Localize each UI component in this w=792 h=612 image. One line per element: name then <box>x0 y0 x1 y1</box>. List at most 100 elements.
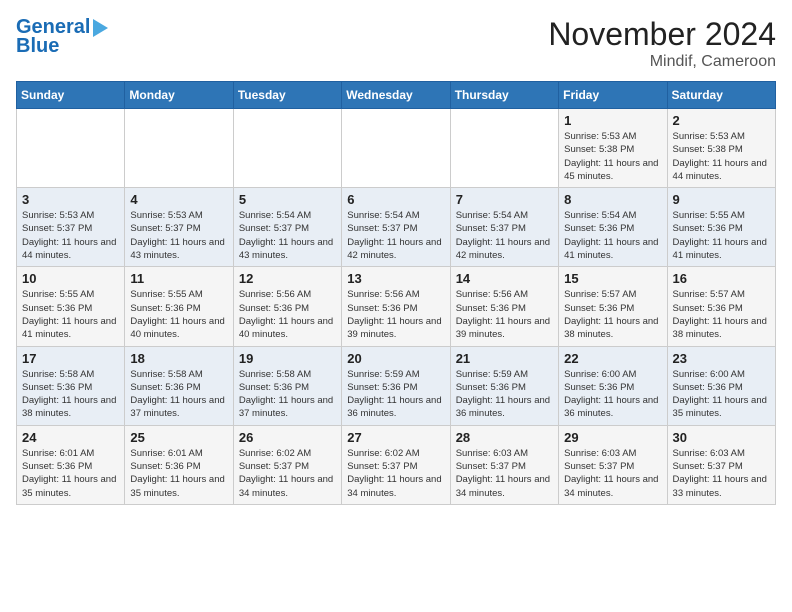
day-info: Sunrise: 5:54 AM Sunset: 5:37 PM Dayligh… <box>239 209 336 262</box>
calendar-cell: 3Sunrise: 5:53 AM Sunset: 5:37 PM Daylig… <box>17 188 125 267</box>
calendar-cell: 21 Sunrise: 5:59 AM Sunset: 5:36 PM Dayli… <box>450 346 558 425</box>
day-number: 10 <box>22 271 119 286</box>
day-info: Sunrise: 5:53 AM Sunset: 5:37 PM Dayligh… <box>130 209 227 262</box>
calendar-cell: 22 Sunrise: 6:00 AM Sunset: 5:36 PM Dayli… <box>559 346 667 425</box>
calendar-cell: 15 Sunrise: 5:57 AM Sunset: 5:36 PM Dayli… <box>559 267 667 346</box>
weekday-header-sunday: Sunday <box>17 82 125 109</box>
day-info: Sunrise: 5:58 AM Sunset: 5:36 PM Dayligh… <box>239 368 336 421</box>
calendar-cell: 27 Sunrise: 6:02 AM Sunset: 5:37 PM Dayli… <box>342 425 450 504</box>
calendar-cell: 26Sunrise: 6:02 AM Sunset: 5:37 PM Dayli… <box>233 425 341 504</box>
title-block: November 2024 Mindif, Cameroon <box>548 16 776 71</box>
day-number: 18 <box>130 351 227 366</box>
day-number: 8 <box>564 192 661 207</box>
page-header: General Blue November 2024 Mindif, Camer… <box>16 16 776 71</box>
day-info: Sunrise: 6:01 AM Sunset: 5:36 PM Dayligh… <box>22 447 119 500</box>
calendar-cell: 4 Sunrise: 5:53 AM Sunset: 5:37 PM Daylig… <box>125 188 233 267</box>
day-info: Sunrise: 5:53 AM Sunset: 5:37 PM Dayligh… <box>22 209 119 262</box>
calendar-cell: 23Sunrise: 6:00 AM Sunset: 5:36 PM Dayli… <box>667 346 775 425</box>
day-number: 21 <box>456 351 553 366</box>
calendar-table: SundayMondayTuesdayWednesdayThursdayFrid… <box>16 81 776 505</box>
calendar-header-row: SundayMondayTuesdayWednesdayThursdayFrid… <box>17 82 776 109</box>
day-number: 16 <box>673 271 770 286</box>
calendar-cell: 28 Sunrise: 6:03 AM Sunset: 5:37 PM Dayli… <box>450 425 558 504</box>
calendar-cell: 13 Sunrise: 5:56 AM Sunset: 5:36 PM Dayli… <box>342 267 450 346</box>
page-title: November 2024 <box>548 16 776 53</box>
calendar-cell: 18Sunrise: 5:58 AM Sunset: 5:36 PM Dayli… <box>125 346 233 425</box>
day-number: 7 <box>456 192 553 207</box>
day-info: Sunrise: 6:00 AM Sunset: 5:36 PM Dayligh… <box>564 368 661 421</box>
calendar-cell: 2 Sunrise: 5:53 AM Sunset: 5:38 PM Daylig… <box>667 109 775 188</box>
calendar-cell <box>450 109 558 188</box>
day-info: Sunrise: 5:56 AM Sunset: 5:36 PM Dayligh… <box>239 288 336 341</box>
day-number: 25 <box>130 430 227 445</box>
day-info: Sunrise: 5:53 AM Sunset: 5:38 PM Dayligh… <box>673 130 770 183</box>
day-number: 13 <box>347 271 444 286</box>
day-number: 14 <box>456 271 553 286</box>
day-number: 20 <box>347 351 444 366</box>
day-info: Sunrise: 5:56 AM Sunset: 5:36 PM Dayligh… <box>456 288 553 341</box>
day-info: Sunrise: 5:58 AM Sunset: 5:36 PM Dayligh… <box>22 368 119 421</box>
calendar-cell: 7 Sunrise: 5:54 AM Sunset: 5:37 PM Daylig… <box>450 188 558 267</box>
day-info: Sunrise: 5:55 AM Sunset: 5:36 PM Dayligh… <box>673 209 770 262</box>
logo-blue: Blue <box>16 35 59 58</box>
calendar-cell: 8 Sunrise: 5:54 AM Sunset: 5:36 PM Daylig… <box>559 188 667 267</box>
logo: General Blue <box>16 16 108 58</box>
calendar-cell: 1Sunrise: 5:53 AM Sunset: 5:38 PM Daylig… <box>559 109 667 188</box>
calendar-cell <box>342 109 450 188</box>
weekday-header-tuesday: Tuesday <box>233 82 341 109</box>
calendar-cell: 14 Sunrise: 5:56 AM Sunset: 5:36 PM Dayli… <box>450 267 558 346</box>
day-info: Sunrise: 5:53 AM Sunset: 5:38 PM Dayligh… <box>564 130 661 183</box>
day-number: 29 <box>564 430 661 445</box>
day-number: 15 <box>564 271 661 286</box>
day-info: Sunrise: 6:02 AM Sunset: 5:37 PM Dayligh… <box>347 447 444 500</box>
day-number: 9 <box>673 192 770 207</box>
day-number: 24 <box>22 430 119 445</box>
day-info: Sunrise: 5:59 AM Sunset: 5:36 PM Dayligh… <box>456 368 553 421</box>
calendar-week-row: 3Sunrise: 5:53 AM Sunset: 5:37 PM Daylig… <box>17 188 776 267</box>
day-number: 4 <box>130 192 227 207</box>
weekday-header-saturday: Saturday <box>667 82 775 109</box>
calendar-cell: 6 Sunrise: 5:54 AM Sunset: 5:37 PM Daylig… <box>342 188 450 267</box>
day-number: 6 <box>347 192 444 207</box>
weekday-header-thursday: Thursday <box>450 82 558 109</box>
day-number: 11 <box>130 271 227 286</box>
day-info: Sunrise: 5:55 AM Sunset: 5:36 PM Dayligh… <box>130 288 227 341</box>
weekday-header-friday: Friday <box>559 82 667 109</box>
day-number: 17 <box>22 351 119 366</box>
day-info: Sunrise: 5:57 AM Sunset: 5:36 PM Dayligh… <box>564 288 661 341</box>
day-number: 27 <box>347 430 444 445</box>
calendar-cell: 10 Sunrise: 5:55 AM Sunset: 5:36 PM Dayli… <box>17 267 125 346</box>
day-number: 22 <box>564 351 661 366</box>
day-number: 2 <box>673 113 770 128</box>
day-number: 30 <box>673 430 770 445</box>
calendar-week-row: 10 Sunrise: 5:55 AM Sunset: 5:36 PM Dayli… <box>17 267 776 346</box>
calendar-cell: 29 Sunrise: 6:03 AM Sunset: 5:37 PM Dayli… <box>559 425 667 504</box>
calendar-cell: 11 Sunrise: 5:55 AM Sunset: 5:36 PM Dayli… <box>125 267 233 346</box>
calendar-cell: 30 Sunrise: 6:03 AM Sunset: 5:37 PM Dayli… <box>667 425 775 504</box>
calendar-cell: 16Sunrise: 5:57 AM Sunset: 5:36 PM Dayli… <box>667 267 775 346</box>
page-subtitle: Mindif, Cameroon <box>548 53 776 71</box>
day-info: Sunrise: 5:54 AM Sunset: 5:37 PM Dayligh… <box>456 209 553 262</box>
day-info: Sunrise: 6:03 AM Sunset: 5:37 PM Dayligh… <box>456 447 553 500</box>
day-info: Sunrise: 5:55 AM Sunset: 5:36 PM Dayligh… <box>22 288 119 341</box>
day-info: Sunrise: 5:54 AM Sunset: 5:37 PM Dayligh… <box>347 209 444 262</box>
day-info: Sunrise: 5:54 AM Sunset: 5:36 PM Dayligh… <box>564 209 661 262</box>
logo-arrow-icon <box>93 19 108 37</box>
day-info: Sunrise: 5:59 AM Sunset: 5:36 PM Dayligh… <box>347 368 444 421</box>
calendar-cell <box>125 109 233 188</box>
day-info: Sunrise: 6:02 AM Sunset: 5:37 PM Dayligh… <box>239 447 336 500</box>
day-info: Sunrise: 6:03 AM Sunset: 5:37 PM Dayligh… <box>564 447 661 500</box>
weekday-header-wednesday: Wednesday <box>342 82 450 109</box>
day-number: 28 <box>456 430 553 445</box>
calendar-cell: 5Sunrise: 5:54 AM Sunset: 5:37 PM Daylig… <box>233 188 341 267</box>
calendar-cell: 17 Sunrise: 5:58 AM Sunset: 5:36 PM Dayli… <box>17 346 125 425</box>
day-info: Sunrise: 6:03 AM Sunset: 5:37 PM Dayligh… <box>673 447 770 500</box>
calendar-week-row: 24 Sunrise: 6:01 AM Sunset: 5:36 PM Dayli… <box>17 425 776 504</box>
day-number: 12 <box>239 271 336 286</box>
calendar-cell: 24 Sunrise: 6:01 AM Sunset: 5:36 PM Dayli… <box>17 425 125 504</box>
day-info: Sunrise: 5:56 AM Sunset: 5:36 PM Dayligh… <box>347 288 444 341</box>
calendar-cell: 20 Sunrise: 5:59 AM Sunset: 5:36 PM Dayli… <box>342 346 450 425</box>
calendar-cell: 9 Sunrise: 5:55 AM Sunset: 5:36 PM Daylig… <box>667 188 775 267</box>
calendar-week-row: 17 Sunrise: 5:58 AM Sunset: 5:36 PM Dayli… <box>17 346 776 425</box>
calendar-week-row: 1Sunrise: 5:53 AM Sunset: 5:38 PM Daylig… <box>17 109 776 188</box>
